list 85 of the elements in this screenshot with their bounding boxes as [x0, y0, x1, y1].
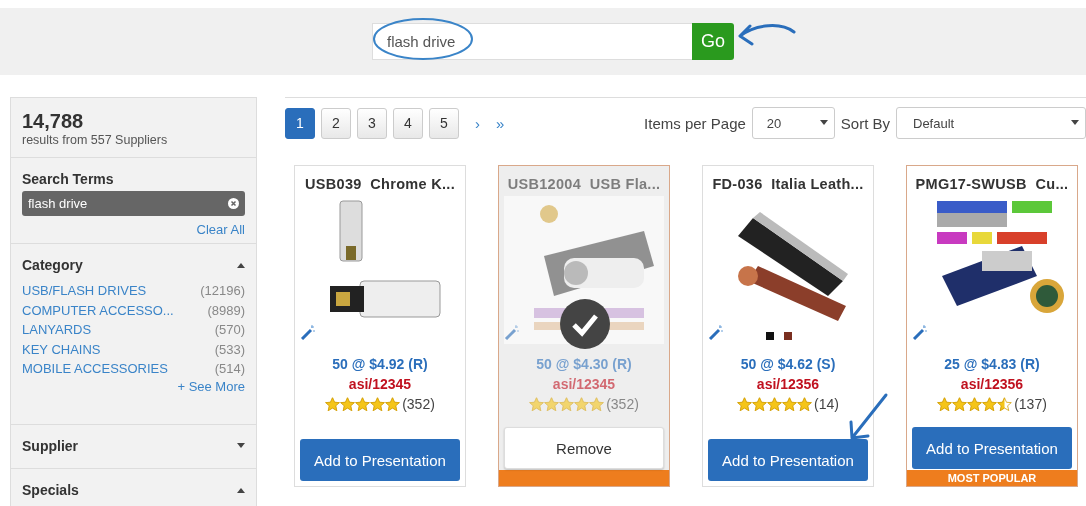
star-icon — [752, 396, 768, 412]
category-link[interactable]: LANYARDS — [22, 320, 92, 340]
caret-icon — [1071, 120, 1079, 126]
page-button[interactable]: 2 — [321, 107, 351, 139]
facet-header[interactable]: Supplier — [22, 437, 78, 454]
go-button[interactable]: Go — [692, 23, 734, 60]
star-icon — [982, 396, 998, 412]
product-price: 50 @ $4.30 (R) — [536, 356, 632, 372]
star-icon — [737, 396, 753, 412]
search-term-chip[interactable]: flash drive — [22, 191, 245, 216]
star-icon — [529, 396, 545, 412]
last-page-link[interactable]: » — [496, 114, 505, 132]
category-count: (570) — [214, 321, 245, 339]
star-icon — [325, 396, 341, 412]
product-price: 50 @ $4.92 (R) — [332, 356, 428, 372]
category-count: (12196) — [200, 282, 245, 300]
asi-number: asi/12345 — [552, 376, 616, 392]
product-title: USB12004 USB Fla... — [507, 176, 661, 192]
sort-by-select[interactable]: Default — [896, 107, 1086, 139]
star-icon — [574, 396, 590, 412]
add-to-presentation-button[interactable]: Add to Presentation — [300, 439, 460, 481]
facet-header[interactable]: Specials — [22, 481, 79, 498]
star-icon — [937, 396, 953, 412]
star-icon — [544, 396, 560, 412]
result-detail: results from 557 Suppliers — [22, 133, 169, 147]
star-icon — [559, 396, 575, 412]
star-icon — [767, 396, 783, 412]
remove-button[interactable]: Remove — [504, 427, 664, 469]
asi-number: asi/12345 — [348, 376, 412, 392]
page-button[interactable]: 1 — [285, 107, 315, 139]
sort-by-label: Sort By — [840, 114, 890, 132]
wand-icon[interactable] — [912, 324, 928, 340]
star-icon — [355, 396, 371, 412]
product-card[interactable]: PMG17-SWUSB Cu... 25 @ $4.83 (R) asi/12356 (137) Add to Presentation MOST POPULAR — [906, 165, 1078, 487]
wand-icon[interactable] — [504, 324, 520, 340]
category-count: (514) — [214, 360, 245, 378]
review-count: (352) — [402, 396, 435, 412]
items-per-page-label: Items per Page — [644, 114, 746, 132]
star-icon — [952, 396, 968, 412]
star-icon — [797, 396, 813, 412]
facet-header[interactable]: Category — [22, 257, 83, 273]
product-card[interactable]: FD-036 Italia Leath... 50 @ $4.62 (S) asi/12356 (14) Add to Presentation — [702, 165, 874, 487]
star-icon — [782, 396, 798, 412]
asi-number: asi/12356 — [756, 376, 820, 392]
star-icon — [589, 396, 605, 412]
next-page-link[interactable]: › — [465, 114, 490, 132]
category-count: (8989) — [207, 301, 245, 320]
clear-all-link[interactable]: Clear All — [196, 222, 245, 237]
check-icon — [560, 299, 610, 349]
star-icon — [385, 396, 401, 412]
see-more-link[interactable]: + See More — [177, 378, 245, 394]
product-card[interactable]: USB039 Chrome K... 50 @ $4.92 (R) asi/12345 (352) Add to Presentation — [294, 165, 466, 487]
product-card[interactable]: USB12004 USB Fla... 50 @ $4.30 (R) asi/12345 (352) Remove — [498, 165, 670, 487]
panel-title: Search Terms — [22, 171, 114, 187]
category-link[interactable]: COMPUTER ACCESSO... — [22, 300, 174, 320]
result-count: 14,788 — [22, 110, 85, 133]
search-field[interactable]: flash drive — [372, 23, 692, 60]
star-icon — [967, 396, 983, 412]
product-title: USB039 Chrome K... — [305, 176, 455, 192]
caret-icon — [819, 120, 828, 126]
product-price: 25 @ $4.83 (R) — [944, 356, 1040, 372]
category-link[interactable]: MOBILE ACCESSORIES — [22, 359, 168, 379]
page-button[interactable]: 4 — [393, 107, 423, 139]
product-price: 50 @ $4.62 (S) — [740, 356, 836, 372]
add-to-presentation-button[interactable]: Add to Presentation — [912, 427, 1072, 469]
wand-icon[interactable] — [300, 324, 316, 340]
asi-number: asi/12356 — [960, 376, 1024, 392]
items-per-page-select[interactable]: 20 — [751, 107, 835, 139]
add-to-presentation-button[interactable]: Add to Presentation — [708, 439, 868, 481]
star-icon — [370, 396, 386, 412]
review-count: (352) — [606, 396, 639, 412]
wand-icon[interactable] — [708, 324, 724, 340]
page-button[interactable]: 5 — [429, 107, 459, 139]
category-count: (533) — [214, 340, 245, 359]
close-icon[interactable] — [228, 198, 239, 209]
review-count: (137) — [1014, 396, 1047, 412]
page-button[interactable]: 3 — [357, 107, 387, 139]
category-link[interactable]: USB/FLASH DRIVES — [22, 281, 147, 301]
product-title: FD-036 Italia Leath... — [712, 176, 864, 192]
product-title: PMG17-SWUSB Cu... — [915, 176, 1069, 192]
popular-badge: MOST POPULAR — [907, 470, 1077, 486]
star-icon — [997, 396, 1013, 412]
review-count: (14) — [814, 396, 839, 412]
star-icon — [340, 396, 356, 412]
category-link[interactable]: KEY CHAINS — [22, 339, 101, 359]
